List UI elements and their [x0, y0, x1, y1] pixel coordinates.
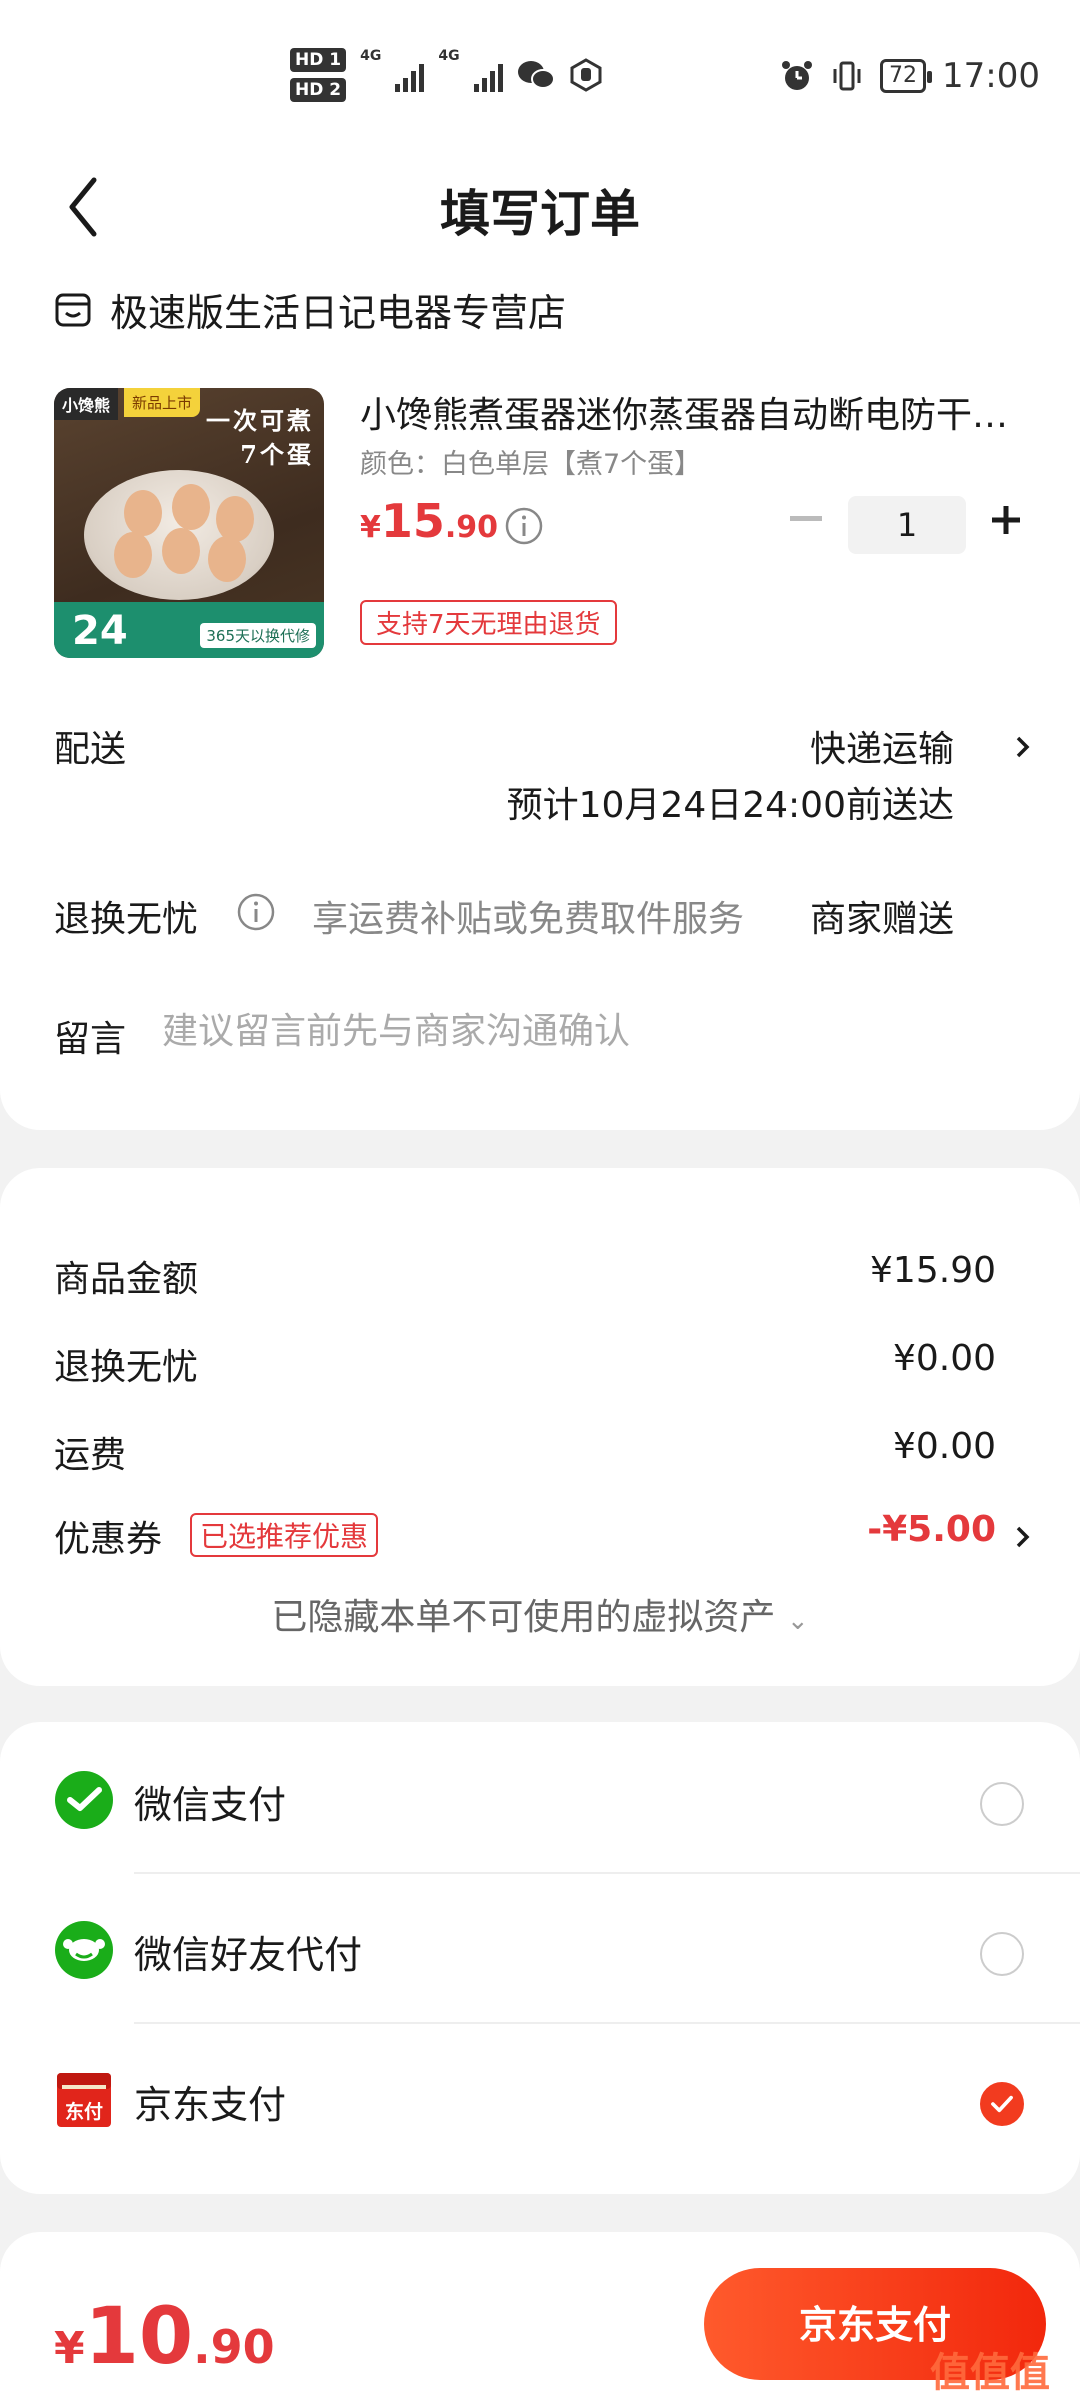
thumb-slogan: 一次可煮 7个蛋: [206, 404, 314, 472]
payment-method-card: 微信支付 微信好友代付 东付 京东支付: [0, 1722, 1080, 2194]
store-icon: [55, 293, 91, 326]
delivery-eta: 预计10月24日24:00前送达: [506, 785, 954, 826]
delivery-method[interactable]: 快递运输: [810, 720, 954, 772]
signal-2-icon: [473, 58, 503, 92]
thumb-new-badge: 新品上市: [124, 388, 201, 417]
product-title[interactable]: 小馋熊煮蛋器迷你蒸蛋器自动断电防干烧家用: [360, 386, 1030, 438]
return-fee-label: 退换无忧: [54, 1347, 199, 1388]
hd1-badge: HD 1: [290, 48, 347, 72]
product-variant: 颜色：白色单层【煮7个蛋】: [360, 449, 702, 480]
delivery-chevron-right-icon[interactable]: [1012, 730, 1034, 764]
thumb-brand: 小馋熊: [54, 388, 119, 420]
network-type-1: 4G: [360, 48, 382, 64]
payment-radio[interactable]: [980, 1932, 1024, 1976]
hd-indicators: HD 1 HD 2: [290, 48, 347, 102]
coupon-label: 优惠券: [54, 1519, 163, 1560]
shipping-fee-value: ¥0.00: [892, 1426, 996, 1467]
return-service-label: 退换无忧: [54, 899, 199, 940]
egg-cooker-graphic: [84, 470, 274, 600]
hidden-assets-toggle[interactable]: 已隐藏本单不可使用的虚拟资产 ⌄: [0, 1588, 1080, 1640]
jd-pay-icon-text: 东付: [65, 2100, 103, 2123]
checkout-footer: ¥10.90 京东支付: [0, 2232, 1080, 2400]
quantity-plus-button[interactable]: [986, 500, 1026, 540]
quantity-input[interactable]: 1: [848, 496, 966, 554]
total-price: ¥10.90: [54, 2292, 275, 2382]
total-int: 10: [84, 2292, 194, 2382]
coupon-chevron-right-icon[interactable]: [1012, 1520, 1034, 1554]
delivery-label: 配送: [54, 729, 127, 770]
jd-pay-icon: 东付: [57, 2073, 111, 2127]
total-dec: .90: [193, 2320, 275, 2374]
status-left: HD 1 HD 2 4G 4G: [290, 48, 603, 102]
nav-header: 填写订单: [0, 150, 1080, 260]
return-info-icon[interactable]: [236, 892, 276, 932]
return-policy-tag: 支持7天无理由退货: [360, 600, 617, 645]
total-currency: ¥: [54, 2323, 85, 2374]
payment-radio-checked[interactable]: [980, 2082, 1024, 2126]
chevron-down-icon: ⌄: [786, 1606, 809, 1636]
price-currency: ¥: [360, 510, 381, 545]
status-clock: 17:00: [942, 56, 1040, 96]
wechat-pay-icon: [55, 1771, 113, 1829]
return-service-desc: 享运费补贴或免费取件服务: [312, 899, 745, 940]
order-info-card: 极速版生活日记电器专营店 小馋熊 新品上市 一次可煮 7个蛋 24 365天以换…: [0, 260, 1080, 1130]
status-bar: HD 1 HD 2 4G 4G 72 17:00: [0, 0, 1080, 150]
price-summary-card: 商品金额 ¥15.90 退换无忧 ¥0.00 运费 ¥0.00 优惠券 已选推荐…: [0, 1168, 1080, 1686]
thumb-price-bar: 24 365天以换代修: [54, 602, 324, 658]
network-type-2: 4G: [438, 48, 460, 64]
price-dec: .90: [444, 510, 499, 545]
signal-1-icon: [395, 58, 425, 92]
payment-radio[interactable]: [980, 1782, 1024, 1826]
goods-amount-value: ¥15.90: [870, 1250, 996, 1291]
hd2-badge: HD 2: [290, 78, 347, 102]
return-fee-value: ¥0.00: [892, 1338, 996, 1379]
memo-label: 留言: [54, 1019, 127, 1060]
page-title: 填写订单: [440, 185, 640, 243]
payment-label: 京东支付: [134, 2083, 287, 2127]
payment-option-wechat[interactable]: 微信支付: [0, 1722, 1080, 1872]
store-row[interactable]: 极速版生活日记电器专营店: [54, 282, 566, 337]
quantity-minus-button[interactable]: [790, 516, 822, 521]
shipping-fee-label: 运费: [54, 1435, 127, 1476]
hidden-assets-text: 已隐藏本单不可使用的虚拟资产: [271, 1597, 776, 1638]
payment-label: 微信支付: [134, 1783, 287, 1827]
thumb-promo-price: 24: [72, 608, 128, 654]
store-name: 极速版生活日记电器专营店: [110, 291, 567, 335]
price-info-icon[interactable]: [504, 506, 544, 546]
thumb-warranty: 365天以换代修: [200, 623, 316, 648]
alarm-icon: [782, 61, 813, 90]
hand-notification-icon: [570, 58, 602, 92]
wechat-friend-pay-icon: [55, 1921, 113, 1979]
vibrate-icon: [833, 61, 861, 91]
payment-option-wechat-friend[interactable]: 微信好友代付: [0, 1872, 1080, 2022]
coupon-recommended-tag: 已选推荐优惠: [190, 1513, 379, 1557]
payment-option-jd[interactable]: 东付 京东支付: [0, 2022, 1080, 2172]
battery-indicator: 72: [880, 59, 933, 93]
wechat-notification-icon: [517, 61, 555, 89]
watermark: 值值值: [930, 2350, 1050, 2396]
thumb-slogan-line2: 7个蛋: [240, 440, 314, 469]
return-service-value: 商家赠送: [809, 899, 954, 940]
thumb-slogan-line1: 一次可煮: [206, 406, 314, 435]
product-thumbnail[interactable]: 小馋熊 新品上市 一次可煮 7个蛋 24 365天以换代修: [54, 388, 324, 658]
payment-label: 微信好友代付: [134, 1933, 363, 1977]
goods-amount-label: 商品金额: [54, 1259, 199, 1300]
price-int: 15: [380, 494, 445, 548]
memo-input[interactable]: [160, 1010, 1004, 1053]
coupon-value[interactable]: -¥5.00: [867, 1509, 996, 1550]
product-price: ¥15.90: [360, 494, 498, 548]
status-right: 72 17:00: [780, 56, 1040, 96]
